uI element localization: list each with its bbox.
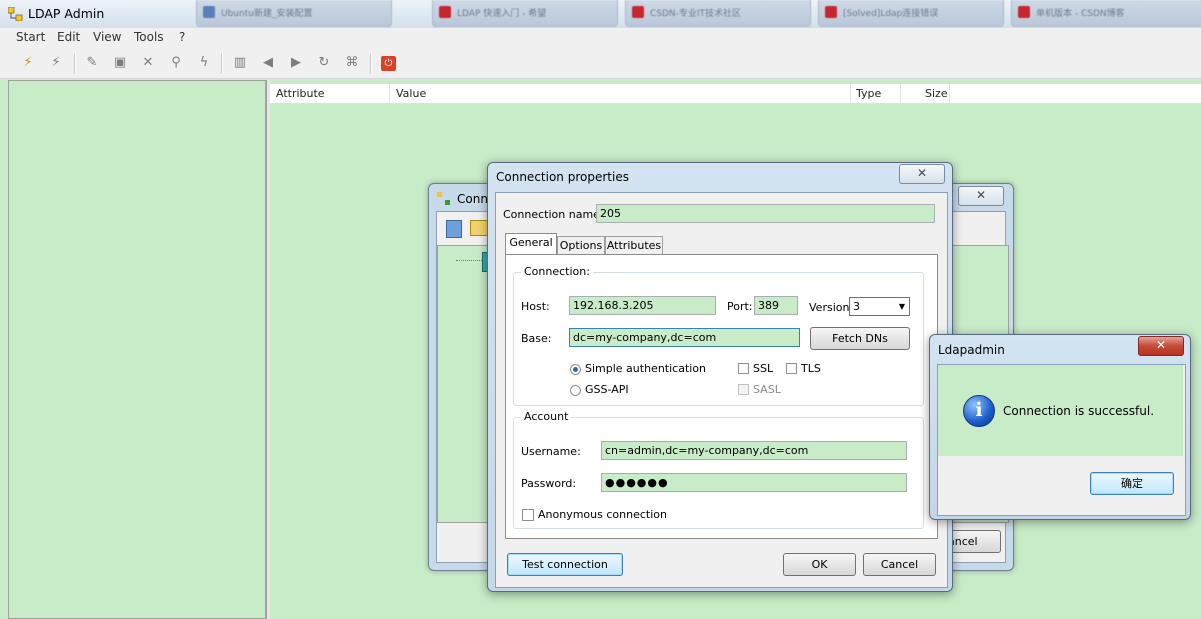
exit-icon[interactable]: ⏻ (381, 56, 396, 71)
base-input[interactable]: dc=my-company,dc=com (569, 328, 800, 347)
toolbar-separator (74, 53, 76, 73)
message-area: i Connection is successful. (938, 365, 1183, 456)
tree-line (456, 260, 482, 261)
menu-start[interactable]: Start (16, 30, 45, 44)
gss-api-radio[interactable] (570, 385, 581, 396)
main-title-bar: LDAP Admin Ubuntu新建_安装配置 LDAP 快速入门 - 希望 … (0, 0, 1201, 28)
refresh-icon[interactable]: ↻ (316, 55, 332, 71)
sasl-checkbox[interactable] (738, 384, 749, 395)
tab-attributes[interactable]: Attributes (605, 236, 663, 255)
port-label: Port: (727, 300, 753, 313)
ssl-checkbox[interactable] (738, 363, 749, 374)
connections-icon (437, 192, 450, 205)
chevron-down-icon: ▼ (898, 302, 905, 311)
new-connection-icon[interactable] (446, 220, 462, 238)
version-value: 3 (853, 300, 860, 313)
version-select[interactable]: 3 ▼ (849, 297, 910, 316)
cancel-button[interactable]: Cancel (863, 553, 936, 576)
connection-name-label: Connection name: (503, 208, 604, 221)
message-box-title: Ldapadmin (938, 343, 1005, 357)
column-value[interactable]: Value (396, 87, 426, 100)
port-input[interactable]: 389 (754, 296, 798, 315)
search-icon[interactable]: ⚲ (168, 55, 184, 71)
menu-edit[interactable]: Edit (57, 30, 80, 44)
background-browser-tab-4[interactable]: [Solved]Ldap连接错误 (818, 0, 1004, 27)
version-label: Version: (809, 301, 854, 314)
schema-icon[interactable]: ⌘ (344, 55, 360, 71)
password-input[interactable]: ●●●●●● (601, 473, 907, 492)
delete-icon[interactable]: ✕ (140, 55, 156, 71)
tls-label: TLS (801, 362, 821, 375)
menu-tools[interactable]: Tools (134, 30, 164, 44)
message-ok-button[interactable]: 确定 (1090, 472, 1174, 495)
ldap-admin-app-icon (8, 7, 23, 21)
connection-properties-close[interactable]: ✕ (899, 164, 945, 184)
simple-auth-radio[interactable] (570, 364, 581, 375)
column-divider (850, 84, 851, 104)
connection-properties-dialog: Connection properties ✕ Connection name:… (487, 162, 953, 592)
background-browser-tab-3[interactable]: CSDN-专业IT技术社区 (625, 0, 811, 27)
attribute-list-header: Attribute Value Type Size (270, 84, 1201, 104)
fetch-dns-button[interactable]: Fetch DNs (810, 327, 910, 350)
sasl-label: SASL (753, 383, 781, 396)
menu-help[interactable]: ? (179, 30, 185, 44)
connect-icon[interactable]: ⚡ (20, 55, 36, 71)
save-icon[interactable]: ▣ (112, 55, 128, 71)
quick-action-icon[interactable]: ϟ (196, 55, 212, 71)
tree-pane[interactable] (8, 80, 266, 619)
column-divider (389, 84, 390, 104)
tab-options[interactable]: Options (557, 236, 605, 255)
disconnect-icon[interactable]: ⚡ (48, 55, 64, 71)
menu-bar: Start Edit View Tools ? (0, 28, 1201, 47)
menu-view[interactable]: View (93, 30, 121, 44)
app-title: LDAP Admin (28, 6, 105, 21)
message-text: Connection is successful. (1003, 404, 1155, 418)
background-browser-tab-5[interactable]: 单机版本 - CSDN博客 (1011, 0, 1201, 27)
message-box: Ldapadmin ✕ i Connection is successful. … (929, 334, 1191, 520)
open-folder-icon[interactable] (470, 220, 488, 236)
host-label: Host: (521, 300, 550, 313)
username-input[interactable]: cn=admin,dc=my-company,dc=com (601, 441, 907, 460)
edit-entry-icon[interactable]: ✎ (84, 55, 100, 71)
column-type[interactable]: Type (856, 87, 881, 100)
connection-name-input[interactable]: 205 (596, 204, 935, 223)
toolbar-separator (370, 53, 372, 73)
column-attribute[interactable]: Attribute (276, 87, 325, 100)
tab-general[interactable]: General (505, 233, 557, 255)
anonymous-label: Anonymous connection (538, 508, 667, 521)
message-box-close[interactable]: ✕ (1138, 336, 1184, 356)
book-icon[interactable]: ▥ (232, 55, 248, 71)
connection-group-title: Connection: (521, 265, 593, 278)
back-icon[interactable]: ◀ (260, 55, 276, 71)
host-input[interactable]: 192.168.3.205 (569, 296, 716, 315)
connection-properties-title: Connection properties (496, 170, 629, 184)
background-browser-tab-1[interactable]: Ubuntu新建_安装配置 (196, 0, 392, 27)
background-browser-tab-2[interactable]: LDAP 快速入门 - 希望 (432, 0, 618, 27)
account-group-title: Account (521, 410, 572, 423)
base-label: Base: (521, 332, 552, 345)
forward-icon[interactable]: ▶ (288, 55, 304, 71)
toolbar: ⚡ ⚡ ✎ ▣ ✕ ⚲ ϟ ▥ ◀ ▶ ↻ ⌘ ⏻ (0, 47, 1201, 79)
ok-button[interactable]: OK (783, 553, 856, 576)
column-divider (900, 84, 901, 104)
column-divider (949, 84, 950, 104)
gss-api-label: GSS-API (585, 383, 629, 396)
general-tab-panel: Connection: Host: 192.168.3.205 Port: 38… (505, 254, 938, 539)
simple-auth-label: Simple authentication (585, 362, 707, 375)
pane-splitter[interactable] (266, 80, 270, 619)
toolbar-separator (221, 53, 223, 73)
tls-checkbox[interactable] (786, 363, 797, 374)
test-connection-button[interactable]: Test connection (507, 553, 623, 576)
ssl-label: SSL (753, 362, 774, 375)
password-label: Password: (521, 477, 577, 490)
column-size[interactable]: Size (925, 87, 948, 100)
information-icon: i (963, 395, 995, 427)
connection-properties-body: Connection name: 205 General Options Att… (495, 192, 948, 588)
username-label: Username: (521, 445, 581, 458)
anonymous-checkbox[interactable] (522, 509, 534, 521)
connections-dialog-close[interactable]: ✕ (958, 186, 1004, 206)
connections-dialog-title: Conn (457, 192, 488, 206)
message-box-body: i Connection is successful. 确定 (937, 364, 1186, 516)
